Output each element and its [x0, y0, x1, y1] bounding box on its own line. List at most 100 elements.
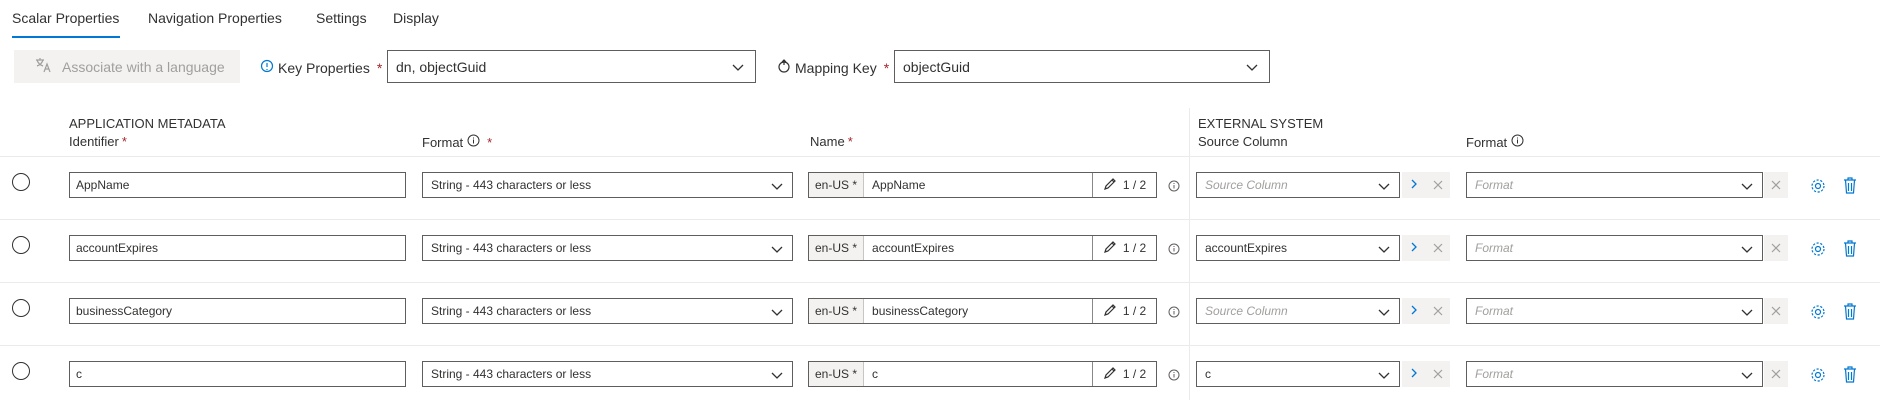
chevron-down-icon — [1740, 179, 1754, 196]
clear-source-button[interactable] — [1426, 235, 1450, 261]
identifier-input[interactable]: AppName — [69, 172, 406, 198]
format-value: String - 443 characters or less — [431, 367, 592, 381]
name-localized-input[interactable]: en-US * businessCategory 1 / 2 — [808, 298, 1157, 324]
info-icon[interactable] — [1168, 180, 1180, 195]
format-dropdown[interactable]: String - 443 characters or less — [422, 235, 793, 261]
row-select-radio[interactable] — [12, 362, 30, 380]
row-select-radio[interactable] — [12, 236, 30, 254]
info-icon[interactable] — [1168, 306, 1180, 321]
source-column-value: Source Column — [1205, 304, 1288, 318]
format-dropdown[interactable]: String - 443 characters or less — [422, 298, 793, 324]
row-select-radio[interactable] — [12, 299, 30, 317]
name-value: accountExpires — [872, 241, 955, 255]
map-column-button[interactable] — [1402, 172, 1426, 198]
map-column-button[interactable] — [1402, 235, 1426, 261]
tab-display[interactable]: Display — [393, 10, 439, 26]
name-value: c — [872, 367, 879, 381]
clear-format-button[interactable] — [1764, 361, 1788, 387]
external-format-dropdown[interactable]: Format — [1466, 235, 1763, 261]
chevron-right-icon — [1408, 178, 1420, 193]
external-format-dropdown[interactable]: Format — [1466, 172, 1763, 198]
map-column-button[interactable] — [1402, 361, 1426, 387]
gear-icon[interactable] — [1810, 367, 1826, 386]
key-properties-label: Key Properties * — [260, 58, 382, 77]
associate-language-label: Associate with a language — [62, 58, 225, 75]
identifier-input[interactable]: accountExpires — [69, 235, 406, 261]
mapping-key-dropdown[interactable]: objectGuid — [894, 50, 1270, 83]
row-select-radio[interactable] — [12, 173, 30, 191]
clear-source-button[interactable] — [1426, 298, 1450, 324]
edit-translations-button[interactable]: 1 / 2 — [1092, 173, 1156, 197]
source-column-value: Source Column — [1205, 178, 1288, 192]
identifier-value: businessCategory — [76, 304, 173, 318]
chevron-right-icon — [1408, 367, 1420, 382]
format-header: Format * — [422, 134, 492, 150]
row-divider — [0, 219, 1880, 220]
tab-settings[interactable]: Settings — [316, 10, 367, 26]
chevron-down-icon — [1377, 305, 1391, 322]
name-localized-input[interactable]: en-US * c 1 / 2 — [808, 361, 1157, 387]
name-localized-input[interactable]: en-US * AppName 1 / 2 — [808, 172, 1157, 198]
row-divider — [0, 345, 1880, 346]
clear-format-button[interactable] — [1764, 298, 1788, 324]
gear-icon[interactable] — [1810, 304, 1826, 323]
external-format-dropdown[interactable]: Format — [1466, 298, 1763, 324]
map-column-button[interactable] — [1402, 298, 1426, 324]
identifier-input[interactable]: businessCategory — [69, 298, 406, 324]
translation-count: 1 / 2 — [1122, 241, 1147, 255]
tab-scalar-properties[interactable]: Scalar Properties — [12, 10, 119, 26]
info-icon[interactable] — [1511, 134, 1524, 150]
info-icon[interactable] — [1168, 369, 1180, 384]
info-icon[interactable] — [467, 134, 480, 150]
external-format-header-text: Format — [1466, 134, 1508, 150]
chevron-down-icon — [770, 242, 784, 259]
format-dropdown[interactable]: String - 443 characters or less — [422, 361, 793, 387]
close-icon — [1433, 367, 1443, 382]
source-column-dropdown[interactable]: Source Column — [1196, 172, 1400, 198]
source-column-value: accountExpires — [1205, 241, 1288, 255]
trash-icon[interactable] — [1843, 303, 1857, 323]
associate-language-button[interactable]: Associate with a language — [14, 50, 240, 83]
clear-source-button[interactable] — [1426, 172, 1450, 198]
chevron-right-icon — [1408, 241, 1420, 256]
clear-format-button[interactable] — [1764, 235, 1788, 261]
name-value: AppName — [872, 178, 926, 192]
identifier-header: Identifier * — [69, 134, 127, 149]
name-header-text: Name — [810, 134, 845, 149]
chevron-down-icon — [1377, 368, 1391, 385]
language-tag: en-US * — [809, 299, 865, 323]
row-divider — [0, 156, 1880, 157]
format-dropdown[interactable]: String - 443 characters or less — [422, 172, 793, 198]
tab-navigation-properties[interactable]: Navigation Properties — [148, 10, 282, 26]
active-tab-indicator — [12, 36, 120, 38]
trash-icon[interactable] — [1843, 240, 1857, 260]
chevron-down-icon — [770, 368, 784, 385]
edit-translations-button[interactable]: 1 / 2 — [1092, 236, 1156, 260]
source-column-dropdown[interactable]: c — [1196, 361, 1400, 387]
mapping-key-text: Mapping Key — [795, 59, 877, 76]
row-divider — [0, 282, 1880, 283]
name-localized-input[interactable]: en-US * accountExpires 1 / 2 — [808, 235, 1157, 261]
edit-translations-button[interactable]: 1 / 2 — [1092, 299, 1156, 323]
clear-source-button[interactable] — [1426, 361, 1450, 387]
chevron-down-icon — [1245, 60, 1259, 77]
mapping-key-label: Mapping Key * — [777, 58, 889, 77]
chevron-down-icon — [1740, 305, 1754, 322]
gear-icon[interactable] — [1810, 241, 1826, 260]
format-header-text: Format — [422, 134, 464, 150]
close-icon — [1771, 178, 1781, 193]
external-format-dropdown[interactable]: Format — [1466, 361, 1763, 387]
source-column-header: Source Column — [1198, 134, 1288, 149]
edit-translations-button[interactable]: 1 / 2 — [1092, 362, 1156, 386]
trash-icon[interactable] — [1843, 366, 1857, 386]
identifier-input[interactable]: c — [69, 361, 406, 387]
trash-icon[interactable] — [1843, 177, 1857, 197]
clear-format-button[interactable] — [1764, 172, 1788, 198]
gear-icon[interactable] — [1810, 178, 1826, 197]
source-column-dropdown[interactable]: Source Column — [1196, 298, 1400, 324]
close-icon — [1433, 241, 1443, 256]
key-properties-dropdown[interactable]: dn, objectGuid — [387, 50, 756, 83]
source-column-dropdown[interactable]: accountExpires — [1196, 235, 1400, 261]
info-icon[interactable] — [1168, 243, 1180, 258]
name-header: Name * — [810, 134, 853, 149]
